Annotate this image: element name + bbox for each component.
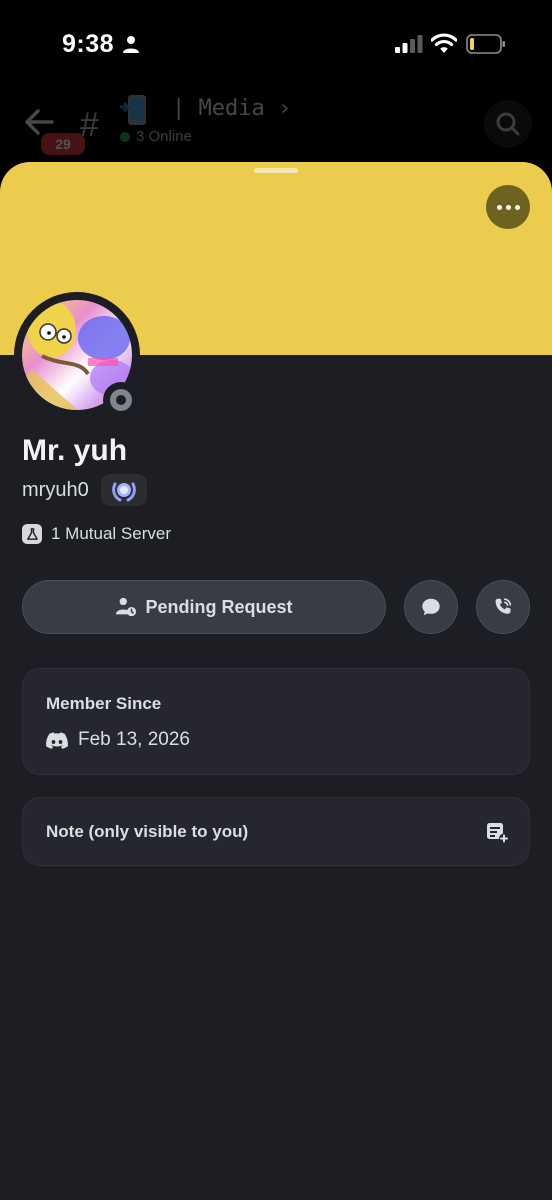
status-time: 9:38 (62, 30, 115, 58)
search-button[interactable] (484, 100, 532, 148)
note-card[interactable]: Note (only visible to you) (22, 797, 530, 866)
channel-name[interactable]: | Media › (172, 96, 291, 121)
pending-request-label: Pending Request (145, 596, 293, 617)
signal-icon (395, 35, 423, 53)
member-since-date: Feb 13, 2026 (78, 729, 190, 750)
sheet-grabber[interactable] (254, 168, 298, 173)
phone-icon (495, 598, 512, 614)
note-add-icon[interactable] (485, 820, 509, 844)
note-label: Note (only visible to you) (46, 822, 249, 841)
mobile-phone-emoji-icon (120, 95, 146, 125)
mutual-server-icon (22, 524, 42, 544)
wifi-icon (431, 33, 457, 53)
more-icon (496, 204, 502, 210)
member-since-title: Member Since (46, 694, 162, 713)
battery-icon (466, 34, 505, 54)
presence-indicator (103, 382, 139, 418)
status-bar: 9:38 (0, 0, 552, 90)
mutual-servers[interactable]: 1 Mutual Server (22, 524, 171, 544)
search-icon (496, 112, 520, 136)
member-since-card: Member Since Feb 13, 2026 (22, 668, 530, 775)
add-friend-pending-icon (116, 597, 137, 617)
discord-icon (46, 731, 68, 749)
screen: 9:38 29 # | Media › 3 Online Mr. yuh mry… (0, 0, 552, 1200)
profile-badge[interactable] (100, 474, 147, 506)
online-count: 3 Online (120, 128, 192, 145)
display-name: Mr. yuh (22, 434, 128, 467)
call-button[interactable] (476, 580, 530, 634)
online-dot (120, 131, 130, 142)
username: mryuh0 (22, 478, 89, 501)
more-button[interactable] (486, 185, 530, 229)
message-button[interactable] (404, 580, 458, 634)
person-icon (123, 36, 139, 53)
laurel-badge-icon (111, 482, 136, 502)
profile-actions: Pending Request (22, 580, 530, 634)
message-icon (422, 598, 440, 616)
mutual-servers-label: 1 Mutual Server (51, 524, 171, 543)
hash-icon: # (80, 106, 99, 144)
profile-sheet: Mr. yuh mryuh0 1 Mutual Server Pending R… (0, 162, 552, 1200)
pending-request-button[interactable]: Pending Request (22, 580, 386, 634)
offline-status-icon (110, 389, 132, 411)
member-since-row: Feb 13, 2026 (46, 729, 190, 751)
channel-header: 29 # | Media › 3 Online (0, 90, 552, 162)
username-row: mryuh0 (22, 474, 147, 506)
